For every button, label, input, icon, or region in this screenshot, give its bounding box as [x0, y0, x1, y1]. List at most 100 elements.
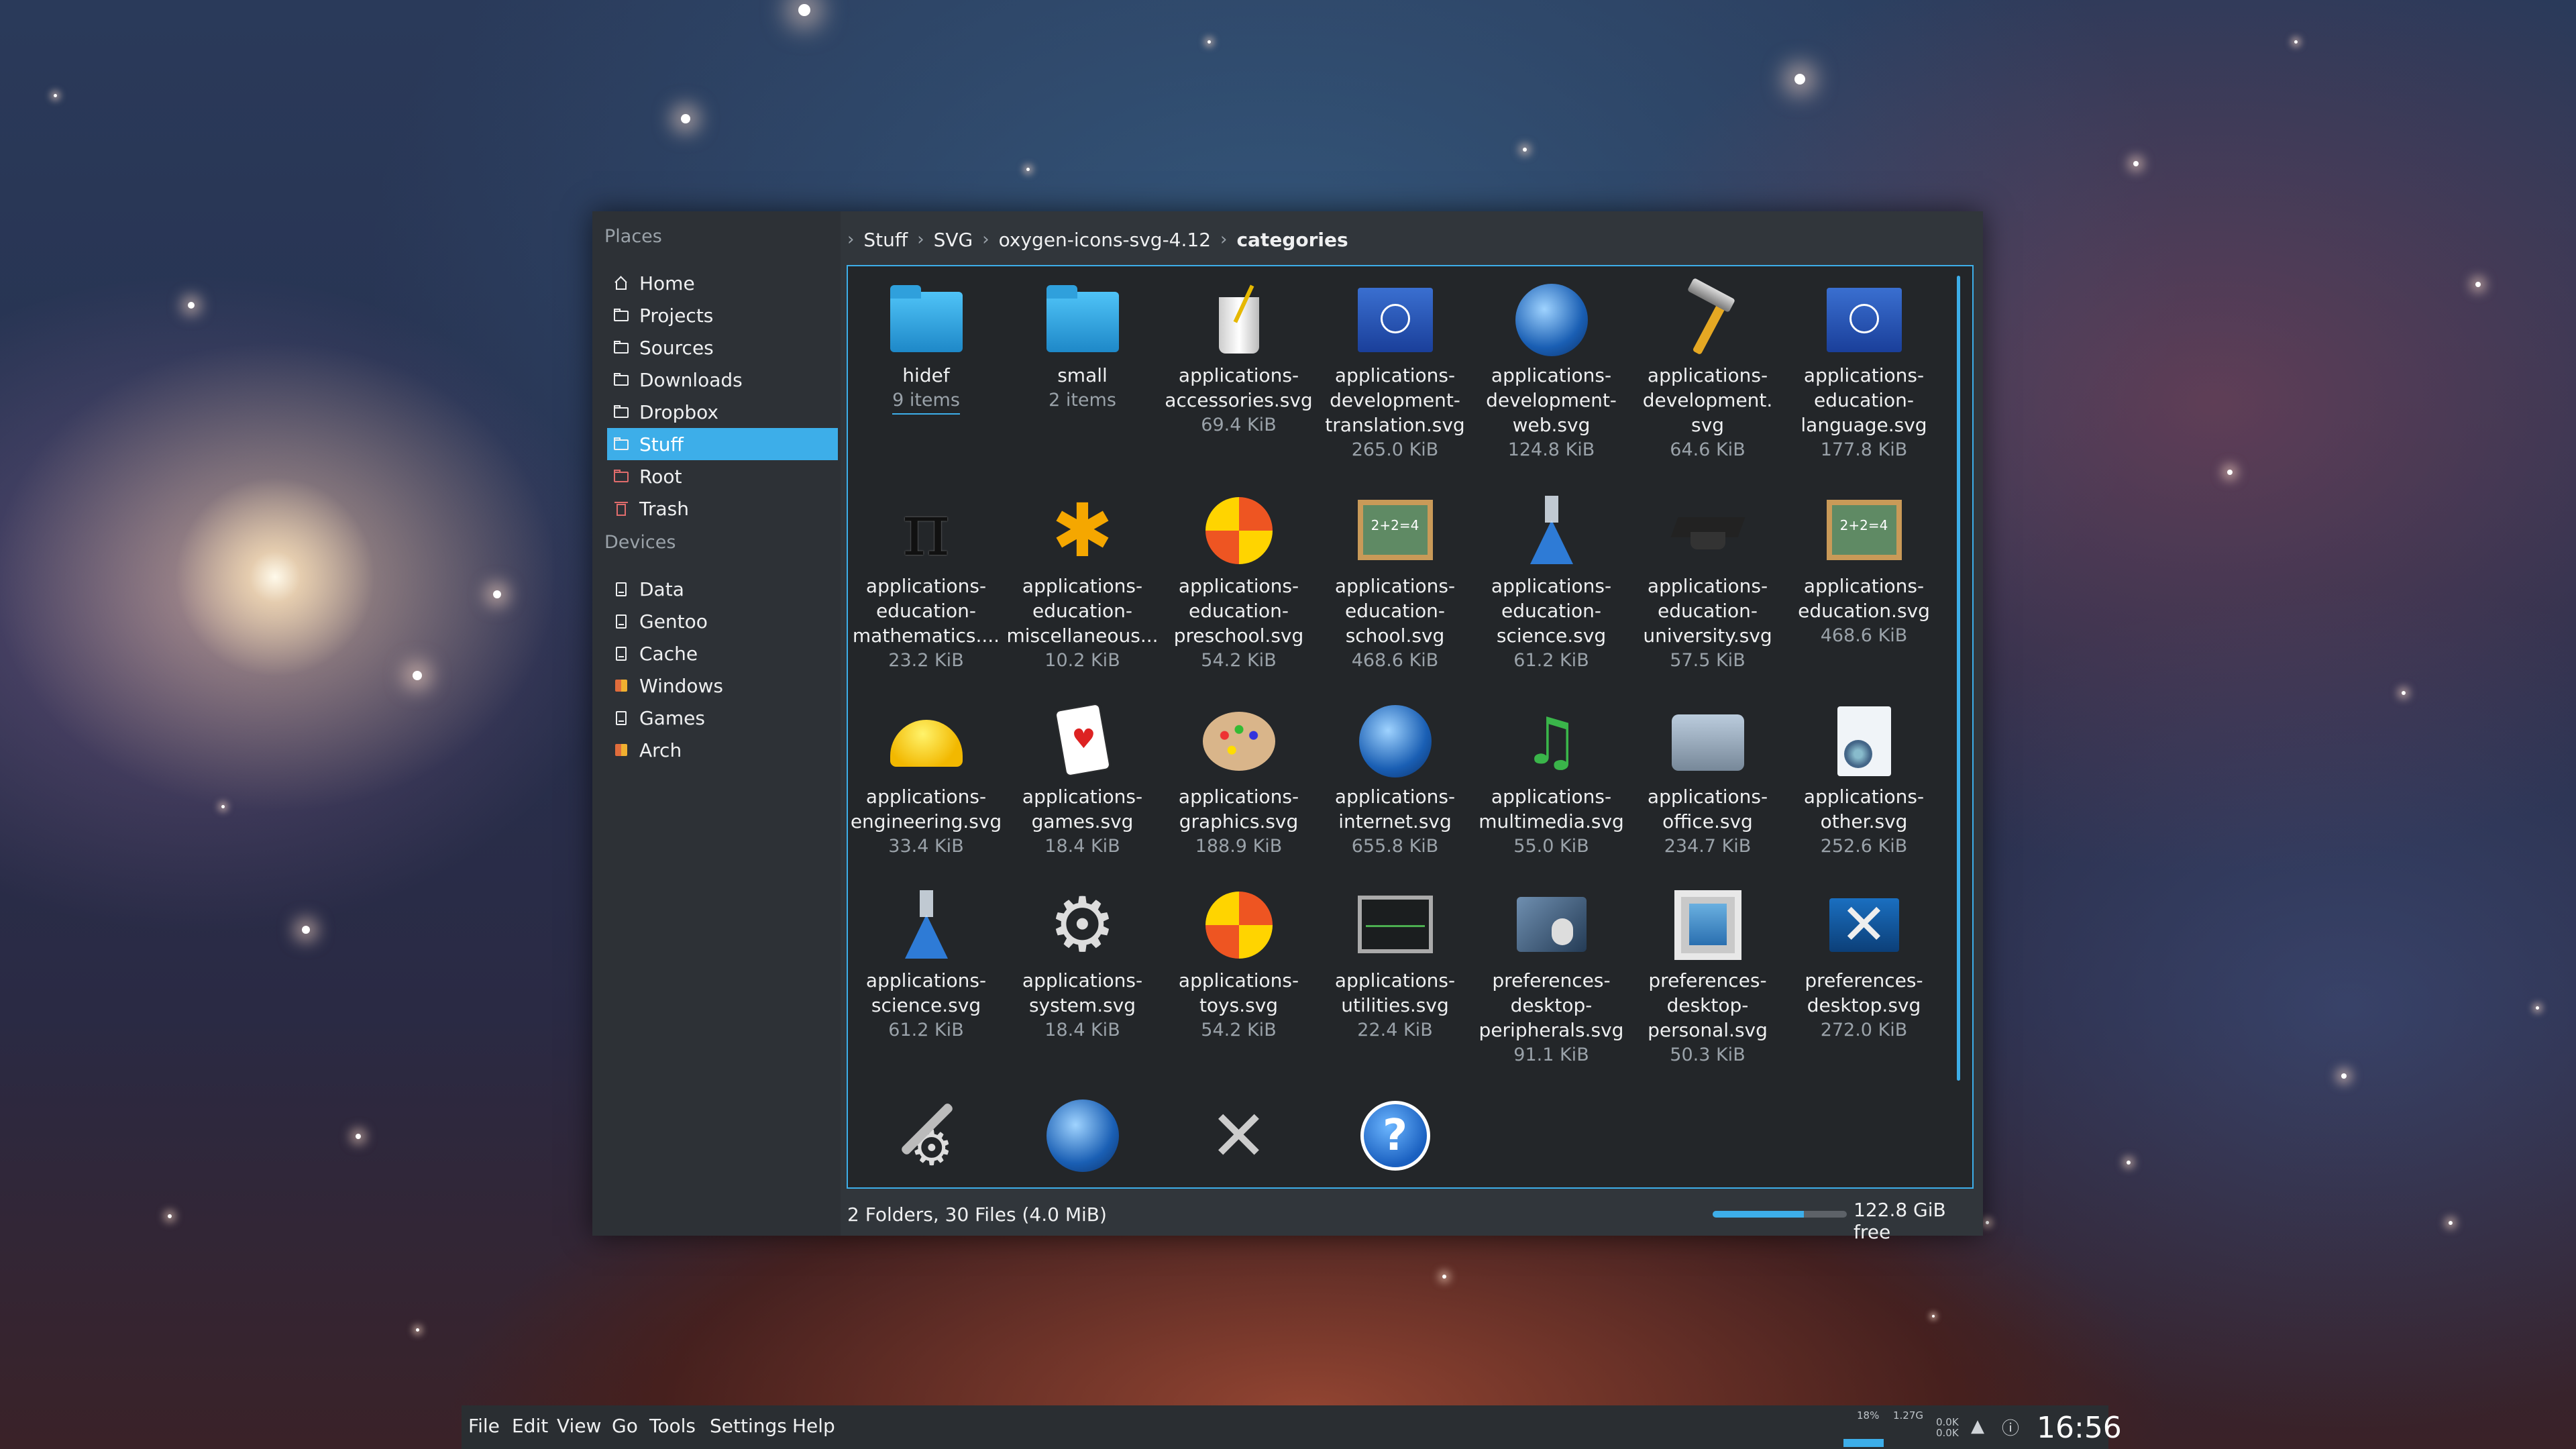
folder-item[interactable]: hidef 9 items: [848, 280, 1004, 415]
place-home[interactable]: Home: [607, 267, 838, 299]
file-item[interactable]: applications-development-web.svg 124.8 Ki…: [1473, 280, 1629, 463]
breadcrumb-item[interactable]: SVG: [934, 229, 973, 251]
star: [1794, 74, 1805, 85]
file-name: preferences-desktop-personal.svg: [1648, 969, 1768, 1041]
home-icon: [612, 274, 630, 292]
file-view[interactable]: hidef 9 items small 2 items applications-acc…: [847, 265, 1974, 1189]
file-item[interactable]: [848, 1095, 1004, 1176]
file-name: applications-internet.svg: [1334, 786, 1456, 833]
place-dropbox[interactable]: Dropbox: [607, 396, 838, 428]
file-item[interactable]: applications-development. svg 64.6 KiB: [1629, 280, 1786, 463]
file-name: applications-multimedia.svg: [1479, 786, 1624, 833]
file-item[interactable]: applications-education.svg 468.6 KiB: [1786, 490, 1942, 649]
breadcrumb-root-chevron-icon[interactable]: ›: [847, 229, 854, 250]
place-label: Sources: [639, 336, 714, 359]
place-label: Downloads: [639, 368, 743, 391]
file-item[interactable]: applications-development-translation.svg…: [1317, 280, 1473, 463]
file-item[interactable]: preferences-desktop.svg 272.0 KiB: [1786, 885, 1942, 1043]
file-item[interactable]: applications-office.svg 234.7 KiB: [1629, 701, 1786, 859]
file-item[interactable]: applications-education-preschool.svg 54.2…: [1161, 490, 1317, 674]
file-item[interactable]: applications-other.svg 252.6 KiB: [1786, 701, 1942, 859]
file-item[interactable]: [1317, 1095, 1473, 1176]
menu-settings[interactable]: Settings: [710, 1415, 787, 1437]
folder-item[interactable]: small 2 items: [1004, 280, 1161, 413]
file-item[interactable]: [1161, 1095, 1317, 1176]
file-item[interactable]: applications-utilities.svg 22.4 KiB: [1317, 885, 1473, 1043]
place-sources[interactable]: Sources: [607, 331, 838, 364]
menu-panel: File Edit View Go Tools Settings Help 18% 1.27…: [462, 1405, 2122, 1449]
star: [798, 4, 810, 16]
file-item[interactable]: applications-education-science.svg 61.2 K…: [1473, 490, 1629, 674]
file-name: applications-education-miscellaneous...: [1006, 575, 1159, 647]
file-name: applications-toys.svg: [1178, 969, 1299, 1016]
device-data[interactable]: Data: [607, 573, 838, 605]
file-item[interactable]: preferences-desktop-peripherals.svg 91.1 …: [1473, 885, 1629, 1068]
places-panel: Places Home Projects Sources Downloads Dropb…: [592, 211, 841, 1236]
file-item[interactable]: applications-graphics.svg 188.9 KiB: [1161, 701, 1317, 859]
place-stuff[interactable]: Stuff: [607, 428, 838, 460]
file-name: applications-graphics.svg: [1178, 786, 1299, 833]
device-games[interactable]: Games: [607, 702, 838, 734]
device-arch[interactable]: Arch: [607, 734, 838, 766]
breadcrumb-item[interactable]: categories: [1236, 229, 1348, 251]
cpu-usage: 18%: [1857, 1409, 1880, 1421]
clock[interactable]: 16:56: [2037, 1411, 2122, 1445]
file-item[interactable]: applications-education-mathematics.... 23…: [848, 490, 1004, 674]
cards-icon: [1042, 701, 1123, 782]
help-icon: [1355, 1095, 1436, 1176]
file-size: 468.6 KiB: [1351, 650, 1439, 671]
trash-icon: [612, 500, 630, 517]
drive-icon: [612, 709, 630, 727]
gear-icon: [1042, 885, 1123, 965]
star: [681, 114, 690, 123]
file-name: applications-education.svg: [1798, 575, 1930, 622]
file-item[interactable]: applications-education-university.svg 57.…: [1629, 490, 1786, 674]
file-item[interactable]: applications-education-school.svg 468.6 K…: [1317, 490, 1473, 674]
file-item[interactable]: applications-toys.svg 54.2 KiB: [1161, 885, 1317, 1043]
menu-edit[interactable]: Edit: [512, 1415, 548, 1437]
status-summary: 2 Folders, 30 Files (4.0 MiB): [847, 1203, 1107, 1226]
file-item[interactable]: preferences-desktop-personal.svg 50.3 KiB: [1629, 885, 1786, 1068]
place-projects[interactable]: Projects: [607, 299, 838, 331]
file-item[interactable]: [1004, 1095, 1161, 1176]
file-name: applications-development-translation.svg: [1325, 364, 1465, 436]
file-name: applications-science.svg: [865, 969, 987, 1016]
folder-icon: [1042, 280, 1123, 360]
menu-tools[interactable]: Tools: [649, 1415, 696, 1437]
file-item[interactable]: applications-multimedia.svg 55.0 KiB: [1473, 701, 1629, 859]
menu-view[interactable]: View: [557, 1415, 601, 1437]
star: [2133, 161, 2139, 166]
place-downloads[interactable]: Downloads: [607, 364, 838, 396]
file-item[interactable]: applications-system.svg 18.4 KiB: [1004, 885, 1161, 1043]
file-item[interactable]: applications-accessories.svg 69.4 KiB: [1161, 280, 1317, 438]
place-root[interactable]: Root: [607, 460, 838, 492]
device-cache[interactable]: Cache: [607, 637, 838, 669]
scrollbar[interactable]: [1957, 276, 1960, 1081]
device-label: Data: [639, 578, 684, 600]
menu-help[interactable]: Help: [792, 1415, 835, 1437]
windows-drive-icon: [612, 741, 630, 759]
place-trash[interactable]: Trash: [607, 492, 838, 525]
breadcrumb-item[interactable]: oxygen-icons-svg-4.12: [999, 229, 1211, 251]
device-windows[interactable]: Windows: [607, 669, 838, 702]
notifications-icon[interactable]: ⓘ: [2002, 1415, 2019, 1440]
file-item[interactable]: applications-games.svg 18.4 KiB: [1004, 701, 1161, 859]
picture-frame-icon: [1668, 885, 1748, 965]
graduation-cap-icon: [1668, 490, 1748, 571]
file-item[interactable]: applications-education-miscellaneous... 1…: [1004, 490, 1161, 674]
file-item[interactable]: applications-education-language.svg 177.8…: [1786, 280, 1942, 463]
star: [2294, 40, 2298, 44]
file-name: applications-education-preschool.svg: [1173, 575, 1304, 647]
device-gentoo[interactable]: Gentoo: [607, 605, 838, 637]
monitor-icon: [1355, 885, 1436, 965]
file-item[interactable]: applications-internet.svg 655.8 KiB: [1317, 701, 1473, 859]
menu-file[interactable]: File: [468, 1415, 500, 1437]
tray-expand-icon[interactable]: ▲: [1971, 1416, 1984, 1436]
file-name: applications-utilities.svg: [1334, 969, 1456, 1016]
document-icon: [1824, 701, 1904, 782]
menu-go[interactable]: Go: [612, 1415, 638, 1437]
file-item[interactable]: applications-science.svg 61.2 KiB: [848, 885, 1004, 1043]
file-item[interactable]: applications-engineering.svg 33.4 KiB: [848, 701, 1004, 859]
breadcrumb-item[interactable]: Stuff: [863, 229, 908, 251]
device-label: Games: [639, 706, 705, 729]
